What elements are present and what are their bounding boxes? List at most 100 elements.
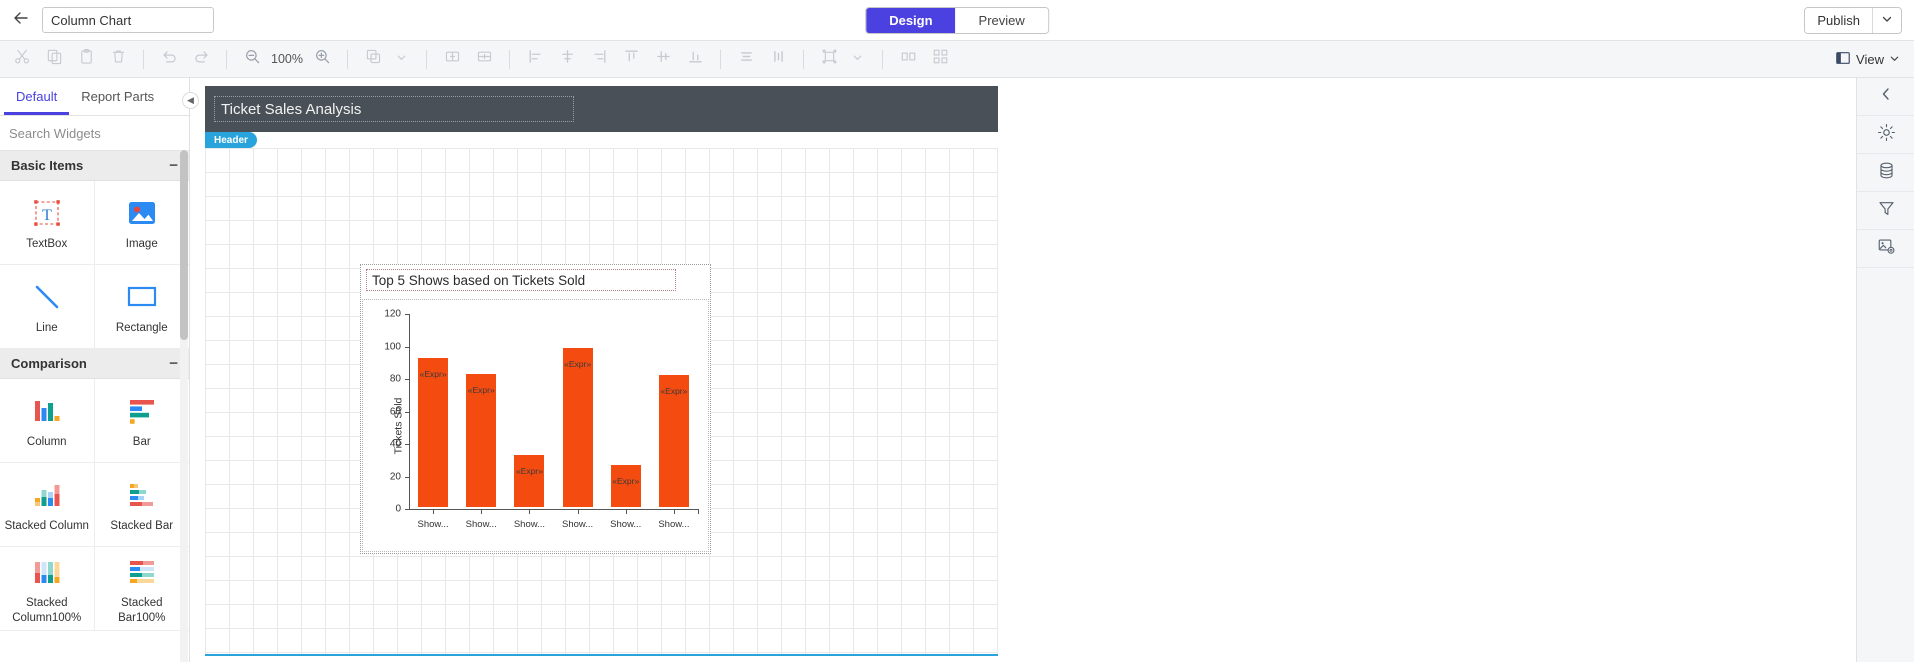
- split-vertical-button[interactable]: [468, 44, 500, 74]
- layer-order-dropdown[interactable]: [385, 44, 417, 74]
- toolbar-divider: [226, 49, 227, 69]
- widget-stacked-bar-100-chart[interactable]: Stacked Bar100%: [94, 547, 189, 631]
- x-tick-mark: [673, 509, 675, 514]
- align-bottom-button[interactable]: [679, 44, 711, 74]
- filter-button[interactable]: [1857, 192, 1914, 230]
- widget-image[interactable]: Image: [94, 181, 189, 265]
- view-button[interactable]: View: [1835, 50, 1900, 69]
- right-tool-rail: [1856, 78, 1914, 662]
- report-canvas[interactable]: Ticket Sales Analysis Header Top 5 Shows…: [190, 78, 1856, 662]
- redo-icon: [193, 48, 210, 70]
- widget-stacked-bar-chart[interactable]: Stacked Bar: [94, 463, 189, 547]
- chart-bar[interactable]: [610, 464, 641, 507]
- widgets-panel-scrollbar[interactable]: [180, 150, 188, 662]
- header-title-textbox[interactable]: Ticket Sales Analysis: [214, 96, 574, 122]
- bar-data-label: «Expr»: [612, 475, 640, 486]
- split-horizontal-button[interactable]: [436, 44, 468, 74]
- textbox-widget-icon: T: [30, 193, 64, 233]
- chart-bar[interactable]: [562, 347, 593, 507]
- widget-label: Stacked Bar100%: [118, 597, 166, 624]
- split-horizontal-icon: [444, 48, 461, 70]
- collapse-right-panel-button[interactable]: [1857, 78, 1914, 116]
- chart-bar[interactable]: [514, 455, 545, 507]
- chart-title-textbox[interactable]: Top 5 Shows based on Tickets Sold: [366, 269, 676, 291]
- x-axis-category-label: Show...: [513, 519, 545, 530]
- column-chart-icon: [30, 391, 64, 431]
- resources-button[interactable]: [1857, 230, 1914, 268]
- group-header-basic-items[interactable]: Basic Items −: [0, 151, 189, 181]
- widget-stacked-column-chart[interactable]: Stacked Column: [0, 463, 95, 547]
- clipboard-icon: [78, 48, 95, 70]
- widget-rectangle[interactable]: Rectangle: [94, 265, 189, 349]
- widget-line[interactable]: Line: [0, 265, 95, 349]
- tab-preview[interactable]: Preview: [955, 8, 1048, 33]
- merge-cells-button[interactable]: [892, 44, 924, 74]
- widget-label: Bar: [132, 436, 151, 449]
- chevron-down-icon: [1881, 12, 1893, 30]
- distribute-horizontal-button[interactable]: [730, 44, 762, 74]
- trash-icon: [110, 48, 127, 70]
- widget-label: Column: [26, 436, 67, 449]
- widget-textbox[interactable]: T TextBox: [0, 181, 95, 265]
- split-cells-button[interactable]: [924, 44, 956, 74]
- arrow-left-icon: [11, 8, 31, 33]
- x-axis-category-label: Show...: [417, 519, 449, 530]
- toolbar-divider: [347, 49, 348, 69]
- collapse-panel-button[interactable]: ◀: [182, 92, 199, 109]
- report-name-input[interactable]: [42, 7, 214, 33]
- x-axis-line: [409, 509, 698, 510]
- zoom-out-button[interactable]: [236, 44, 268, 74]
- chevron-down-icon: [852, 50, 863, 68]
- chart-widget[interactable]: Top 5 Shows based on Tickets Sold Ticket…: [360, 264, 711, 554]
- redo-button[interactable]: [185, 44, 217, 74]
- report-header-band[interactable]: Ticket Sales Analysis: [205, 86, 998, 132]
- x-axis-category-label: Show...: [561, 519, 594, 530]
- widget-bar-chart[interactable]: Bar: [94, 379, 189, 463]
- data-button[interactable]: [1857, 154, 1914, 192]
- distribute-vertical-button[interactable]: [762, 44, 794, 74]
- tab-report-parts[interactable]: Report Parts: [69, 80, 166, 115]
- header-title-text: Ticket Sales Analysis: [221, 100, 362, 118]
- scrollbar-thumb[interactable]: [180, 150, 188, 340]
- undo-icon: [161, 48, 178, 70]
- back-button[interactable]: [0, 0, 42, 41]
- align-center-button[interactable]: [551, 44, 583, 74]
- tab-design[interactable]: Design: [866, 8, 956, 33]
- copy-button[interactable]: [38, 44, 70, 74]
- align-middle-button[interactable]: [647, 44, 679, 74]
- align-top-button[interactable]: [615, 44, 647, 74]
- tab-default[interactable]: Default: [4, 80, 70, 115]
- search-widgets-row: [0, 116, 189, 151]
- undo-button[interactable]: [153, 44, 185, 74]
- cut-button[interactable]: [6, 44, 38, 74]
- align-bottom-icon: [687, 48, 704, 70]
- group-header-comparison[interactable]: Comparison −: [0, 349, 189, 379]
- report-body-band[interactable]: Top 5 Shows based on Tickets Sold Ticket…: [205, 148, 998, 656]
- distribute-horizontal-icon: [738, 48, 755, 70]
- x-tick-mark: [481, 509, 483, 514]
- publish-group: Publish: [1804, 7, 1902, 34]
- search-widgets-input[interactable]: [9, 125, 185, 141]
- zoom-in-button[interactable]: [306, 44, 338, 74]
- bar-data-label: «Expr»: [467, 384, 495, 395]
- align-right-button[interactable]: [583, 44, 615, 74]
- align-left-icon: [527, 48, 544, 70]
- chart-bar[interactable]: [418, 357, 448, 507]
- publish-dropdown-button[interactable]: [1873, 8, 1901, 33]
- delete-button[interactable]: [102, 44, 134, 74]
- header-band-tag[interactable]: Header: [205, 132, 257, 148]
- collapse-icon[interactable]: −: [169, 157, 178, 174]
- align-left-button[interactable]: [519, 44, 551, 74]
- widget-column-chart[interactable]: Column: [0, 379, 95, 463]
- publish-button[interactable]: Publish: [1805, 8, 1873, 33]
- properties-button[interactable]: [1857, 116, 1914, 154]
- widget-label: Stacked Column100%: [12, 597, 82, 624]
- x-tick-mark: [433, 509, 435, 514]
- image-settings-icon: [1877, 237, 1896, 261]
- group-dropdown[interactable]: [841, 44, 873, 74]
- collapse-icon[interactable]: −: [169, 355, 178, 372]
- widgets-panel: Default Report Parts Basic Items − T Tex…: [0, 78, 190, 662]
- chart-plot-frame[interactable]: Tickets Sold 0 20 40 60 80 100 120 «Expr» Show..…: [362, 299, 709, 552]
- paste-button[interactable]: [70, 44, 102, 74]
- widget-stacked-column-100-chart[interactable]: Stacked Column100%: [0, 547, 95, 631]
